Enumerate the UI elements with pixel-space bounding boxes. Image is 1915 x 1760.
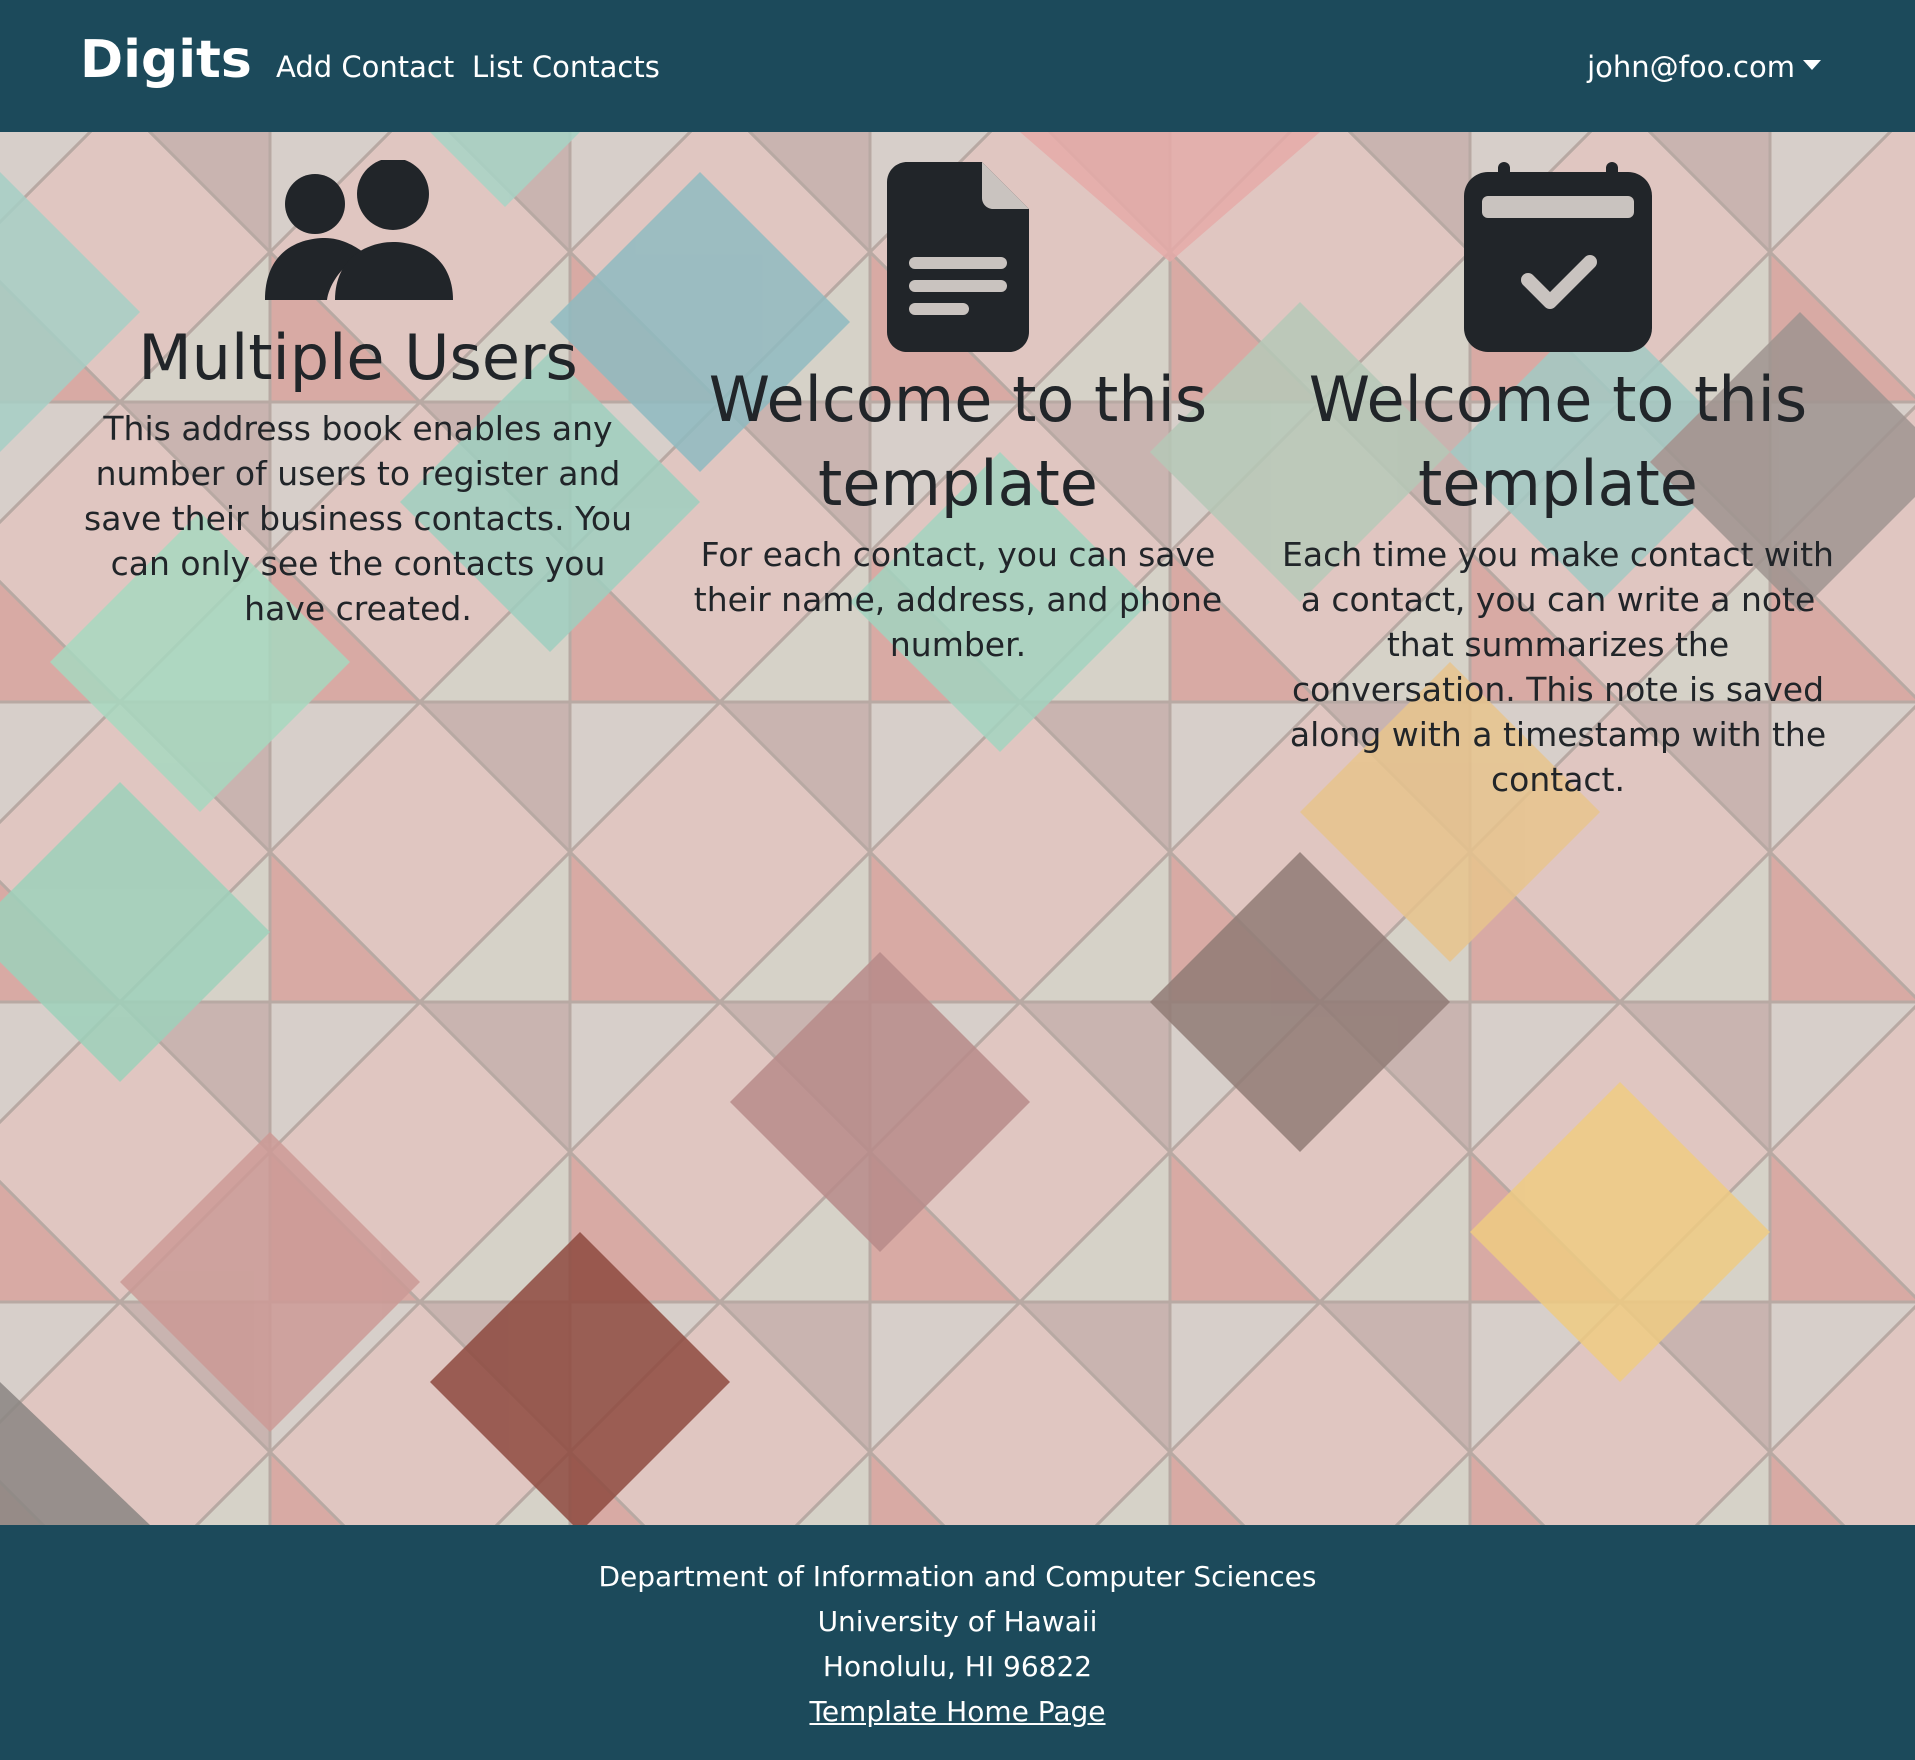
navbar: Digits Add Contact List Contacts john@fo…	[0, 0, 1915, 132]
feature-multiple-users: Multiple Users This address book enables…	[58, 132, 658, 631]
feature-title-1: Multiple Users	[138, 321, 578, 394]
feature-title-3: Welcome to this template	[1308, 363, 1808, 520]
footer-address: Honolulu, HI 96822	[822, 1650, 1093, 1683]
feature-text-3: Each time you make contact with a contac…	[1282, 535, 1834, 799]
footer-home-link[interactable]: Template Home Page	[0, 1689, 1915, 1734]
users-icon	[265, 160, 453, 300]
footer: Department of Information and Computer S…	[0, 1525, 1915, 1760]
nav-add-contact[interactable]: Add Contact	[276, 50, 454, 84]
feature-contacts: Welcome to this template For each contac…	[658, 132, 1258, 667]
calendar-check-icon	[1464, 162, 1652, 352]
file-text-icon	[887, 162, 1029, 352]
user-email: john@foo.com	[1587, 50, 1795, 84]
feature-title-2: Welcome to this template	[708, 363, 1208, 520]
feature-notes: Welcome to this template Each time you m…	[1258, 132, 1858, 802]
landing-section: Multiple Users This address book enables…	[0, 132, 1915, 1525]
user-dropdown[interactable]: john@foo.com	[1587, 50, 1821, 84]
nav-list-contacts[interactable]: List Contacts	[472, 50, 660, 84]
caret-down-icon	[1803, 60, 1821, 70]
footer-department: Department of Information and Computer S…	[598, 1560, 1317, 1593]
brand-logo[interactable]: Digits	[80, 30, 252, 90]
footer-university: University of Hawaii	[817, 1605, 1098, 1638]
feature-text-1: This address book enables any number of …	[84, 409, 632, 628]
feature-text-2: For each contact, you can save their nam…	[693, 535, 1223, 664]
